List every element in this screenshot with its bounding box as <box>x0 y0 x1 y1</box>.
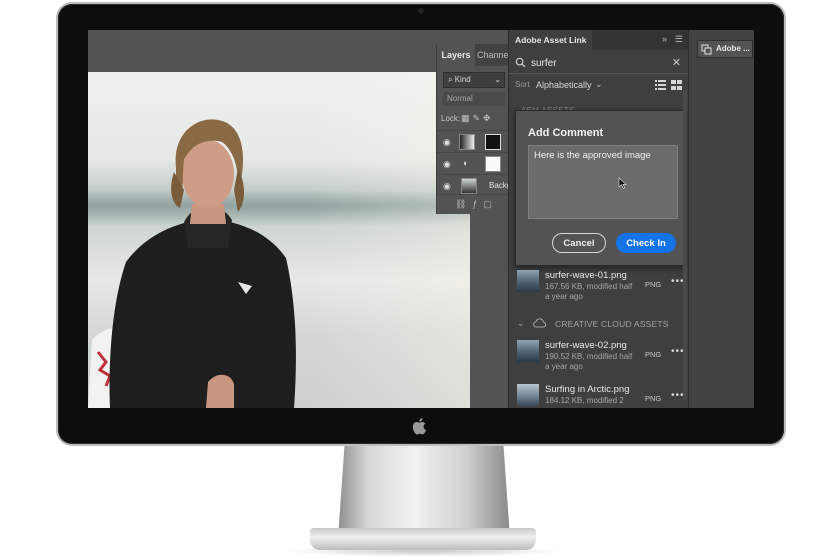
blend-mode-select[interactable]: Normal <box>443 92 505 106</box>
eye-icon[interactable]: ◉ <box>443 159 451 170</box>
section-creative-cloud-assets[interactable]: ⌄ CREATIVE CLOUD ASSETS <box>517 318 687 332</box>
layer-thumbnail <box>459 134 475 150</box>
chevron-down-icon[interactable]: ⌄ <box>517 318 525 329</box>
menu-icon[interactable]: ☰ <box>675 34 683 45</box>
asset-panel-header: Adobe Asset Link » ☰ <box>509 30 689 50</box>
canvas-image: / Ps Ai Id <box>88 72 470 408</box>
layers-panel: Layers Channe ⌕ Kind ⌄ Normal Lock: ▦✎✥ … <box>436 44 511 214</box>
kind-filter-select[interactable]: ⌕ Kind ⌄ <box>443 72 505 88</box>
check-in-button[interactable]: Check In <box>616 233 676 253</box>
apple-logo-icon <box>412 418 427 435</box>
sort-select[interactable]: Alphabetically <box>536 80 592 90</box>
asset-thumbnail <box>517 340 539 362</box>
grid-view-icon[interactable] <box>671 80 682 90</box>
layer-row[interactable]: ◉ ◐ <box>437 152 509 174</box>
sort-label: Sort <box>515 80 530 89</box>
eye-icon[interactable]: ◉ <box>443 181 451 192</box>
search-bar: ✕ <box>509 52 689 74</box>
asset-name: surfer-wave-01.png <box>545 270 627 281</box>
layer-row[interactable]: ◉ Backg <box>437 174 511 196</box>
asset-thumbnail <box>517 270 539 292</box>
dock-item-adobe-asset-link[interactable]: Adobe ... <box>697 40 753 58</box>
asset-panel-title[interactable]: Adobe Asset Link <box>509 30 593 50</box>
asset-link-icon <box>701 44 712 55</box>
asset-meta: 167.56 KB, modified half a year ago <box>545 282 633 301</box>
eye-icon[interactable]: ◉ <box>443 137 451 148</box>
layer-mask-thumbnail <box>485 156 501 172</box>
asset-type: PNG <box>645 394 662 403</box>
comment-textarea[interactable]: Here is the approved image <box>528 145 678 219</box>
asset-name: Surfing in Arctic.png <box>545 384 630 395</box>
right-dock: Adobe ... <box>688 30 754 408</box>
layer-thumbnail <box>461 178 477 194</box>
add-comment-dialog: Add Comment Here is the approved image C… <box>515 110 685 266</box>
layers-panel-tabs: Layers Channe <box>437 44 509 66</box>
asset-meta: 190.52 KB, modified half a year ago <box>545 352 633 371</box>
asset-meta: 184.12 KB, modified 2 <box>545 396 624 405</box>
monitor-stand-base <box>310 528 536 550</box>
asset-name: surfer-wave-02.png <box>545 340 627 351</box>
dialog-title: Add Comment <box>528 127 604 139</box>
layer-row[interactable]: ◉ <box>437 130 509 152</box>
tab-layers[interactable]: Layers <box>437 44 475 66</box>
asset-type: PNG <box>645 280 662 289</box>
list-item[interactable]: surfer-wave-02.png 190.52 KB, modified h… <box>509 336 689 382</box>
monitor-stand <box>338 440 510 538</box>
list-view-icon[interactable] <box>655 80 666 90</box>
asset-thumbnail <box>517 384 539 406</box>
search-icon <box>515 57 526 68</box>
scrollbar[interactable] <box>683 90 687 400</box>
list-item[interactable]: surfer-wave-01.png 167.56 KB, modified h… <box>509 266 689 312</box>
mouse-cursor-icon <box>618 177 627 189</box>
section-cc-label: CREATIVE CLOUD ASSETS <box>555 319 669 329</box>
lock-icons[interactable]: ▦✎✥ <box>461 113 494 124</box>
creative-cloud-icon <box>533 318 546 328</box>
camera-dot <box>418 8 424 14</box>
close-icon[interactable]: ✕ <box>672 56 681 69</box>
surfer-figure <box>88 119 296 408</box>
asset-link-panel: Adobe Asset Link » ☰ ✕ Sort Alphabetical… <box>508 30 689 408</box>
chevron-down-icon[interactable]: ⌄ <box>595 79 603 90</box>
collapse-icon[interactable]: » <box>662 34 667 44</box>
asset-type: PNG <box>645 350 662 359</box>
kind-filter-label: Kind <box>454 75 471 84</box>
search-icon: ⌕ <box>448 75 453 84</box>
layer-mask-thumbnail <box>485 134 501 150</box>
layers-footer[interactable]: ⛓ƒ▢ <box>437 194 509 212</box>
cancel-button[interactable]: Cancel <box>552 233 606 253</box>
dock-item-label: Adobe ... <box>716 44 750 53</box>
adjustment-icon: ◐ <box>463 158 469 168</box>
screen: / Ps Ai Id Layers Channe ⌕ Kind ⌄ Normal… <box>88 30 754 408</box>
list-item[interactable]: Surfing in Arctic.png 184.12 KB, modifie… <box>509 380 689 408</box>
search-input[interactable] <box>531 56 661 70</box>
lock-label: Lock: <box>441 114 461 123</box>
chevron-down-icon: ⌄ <box>494 75 501 84</box>
